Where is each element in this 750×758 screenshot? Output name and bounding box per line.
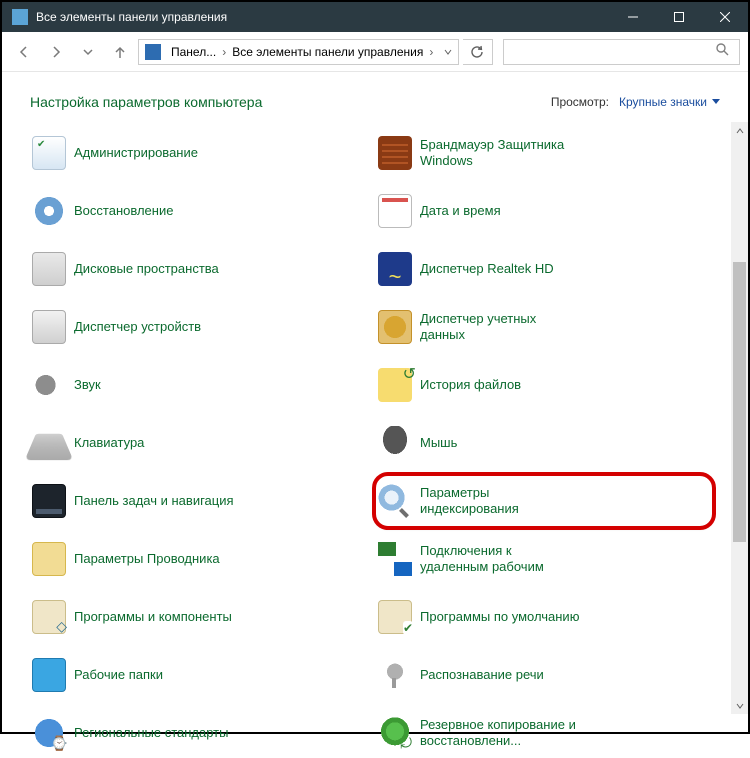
item-storage-spaces[interactable]: Дисковые пространства xyxy=(30,244,366,294)
item-device-manager[interactable]: Диспетчер устройств xyxy=(30,302,366,352)
forward-button[interactable] xyxy=(42,39,70,65)
regional-icon xyxy=(32,716,66,750)
item-sound[interactable]: Звук xyxy=(30,360,366,410)
item-label: Параметры Проводника xyxy=(74,551,220,567)
item-file-history[interactable]: История файлов xyxy=(376,360,712,410)
item-recovery[interactable]: Восстановление xyxy=(30,186,366,236)
item-label: Рабочие папки xyxy=(74,667,163,683)
keyboard-icon xyxy=(32,426,66,460)
item-administration[interactable]: Администрирование xyxy=(30,128,366,178)
item-mouse[interactable]: Мышь xyxy=(376,418,712,468)
item-speech-recognition[interactable]: Распознавание речи xyxy=(376,650,712,700)
close-button[interactable] xyxy=(702,2,748,32)
item-label: Дисковые пространства xyxy=(74,261,219,277)
address-bar[interactable]: Панел... › Все элементы панели управлени… xyxy=(138,39,459,65)
nav-bar: Панел... › Все элементы панели управлени… xyxy=(2,32,748,72)
view-by-selector[interactable]: Крупные значки xyxy=(619,95,720,109)
search-icon[interactable] xyxy=(709,42,735,61)
item-explorer-options[interactable]: Параметры Проводника xyxy=(30,534,366,584)
breadcrumb-root[interactable]: Панел... xyxy=(167,45,220,59)
item-label: Резервное копирование и восстановлени... xyxy=(420,717,580,750)
vertical-scrollbar[interactable] xyxy=(731,122,748,714)
search-box[interactable] xyxy=(503,39,741,65)
recent-locations-button[interactable] xyxy=(74,39,102,65)
sound-icon xyxy=(32,368,66,402)
item-label: История файлов xyxy=(420,377,521,393)
taskbar-icon xyxy=(32,484,66,518)
scroll-thumb[interactable] xyxy=(733,262,746,542)
breadcrumb-chevron-icon[interactable]: › xyxy=(220,45,228,59)
backup-icon xyxy=(378,716,412,750)
defaults-icon xyxy=(378,600,412,634)
firewall-icon xyxy=(378,136,412,170)
app-icon xyxy=(12,9,28,25)
item-label: Распознавание речи xyxy=(420,667,544,683)
speech-icon xyxy=(378,658,412,692)
item-label: Администрирование xyxy=(74,145,198,161)
item-label: Клавиатура xyxy=(74,435,144,451)
address-dropdown-button[interactable] xyxy=(438,45,458,59)
item-work-folders[interactable]: Рабочие папки xyxy=(30,650,366,700)
mouse-icon xyxy=(378,426,412,460)
item-indexing-options[interactable]: Параметры индексирования xyxy=(376,476,712,526)
realtek-icon xyxy=(378,252,412,286)
recovery-icon xyxy=(32,194,66,228)
programs-icon xyxy=(32,600,66,634)
refresh-button[interactable] xyxy=(463,39,493,65)
item-default-programs[interactable]: Программы по умолчанию xyxy=(376,592,712,642)
search-input[interactable] xyxy=(508,45,710,59)
control-panel-icon xyxy=(145,44,161,60)
workfolders-icon xyxy=(32,658,66,692)
disks-icon xyxy=(32,252,66,286)
creds-icon xyxy=(378,310,412,344)
explorer-icon xyxy=(32,542,66,576)
view-by-label: Просмотр: xyxy=(551,95,609,109)
item-credential-manager[interactable]: Диспетчер учетных данных xyxy=(376,302,712,352)
title-bar: Все элементы панели управления xyxy=(2,2,748,32)
item-programs-and-features[interactable]: Программы и компоненты xyxy=(30,592,366,642)
item-label: Брандмауэр Защитника Windows xyxy=(420,137,580,170)
item-label: Параметры индексирования xyxy=(420,485,580,518)
breadcrumb-current[interactable]: Все элементы панели управления xyxy=(228,45,427,59)
item-label: Панель задач и навигация xyxy=(74,493,234,509)
item-label: Региональные стандарты xyxy=(74,725,228,741)
item-label: Программы по умолчанию xyxy=(420,609,579,625)
scroll-up-button[interactable] xyxy=(731,122,748,139)
datetime-icon xyxy=(378,194,412,228)
item-label: Мышь xyxy=(420,435,457,451)
window-title: Все элементы панели управления xyxy=(36,10,610,24)
maximize-button[interactable] xyxy=(656,2,702,32)
item-taskbar-navigation[interactable]: Панель задач и навигация xyxy=(30,476,366,526)
item-region[interactable]: Региональные стандарты xyxy=(30,708,366,758)
minimize-button[interactable] xyxy=(610,2,656,32)
item-realtek-hd[interactable]: Диспетчер Realtek HD xyxy=(376,244,712,294)
device-icon xyxy=(32,310,66,344)
item-remoteapp[interactable]: Подключения к удаленным рабочим xyxy=(376,534,712,584)
item-label: Диспетчер Realtek HD xyxy=(420,261,554,277)
scroll-down-button[interactable] xyxy=(731,697,748,714)
breadcrumb-chevron-icon[interactable]: › xyxy=(427,45,435,59)
item-keyboard[interactable]: Клавиатура xyxy=(30,418,366,468)
back-button[interactable] xyxy=(10,39,38,65)
item-label: Диспетчер устройств xyxy=(74,319,201,335)
history-icon xyxy=(378,368,412,402)
item-label: Восстановление xyxy=(74,203,173,219)
item-backup-restore[interactable]: Резервное копирование и восстановлени... xyxy=(376,708,712,758)
page-title: Настройка параметров компьютера xyxy=(30,94,551,110)
rdp-icon xyxy=(378,542,412,576)
item-label: Звук xyxy=(74,377,101,393)
item-label: Подключения к удаленным рабочим xyxy=(420,543,580,576)
item-date-time[interactable]: Дата и время xyxy=(376,186,712,236)
items-grid: Администрирование Брандмауэр Защитника Wi… xyxy=(2,122,730,714)
content-header: Настройка параметров компьютера Просмотр… xyxy=(2,72,748,122)
admin-icon xyxy=(32,136,66,170)
item-label: Диспетчер учетных данных xyxy=(420,311,580,344)
item-defender-firewall[interactable]: Брандмауэр Защитника Windows xyxy=(376,128,712,178)
up-button[interactable] xyxy=(106,39,134,65)
item-label: Дата и время xyxy=(420,203,501,219)
indexing-icon xyxy=(378,484,412,518)
item-label: Программы и компоненты xyxy=(74,609,232,625)
